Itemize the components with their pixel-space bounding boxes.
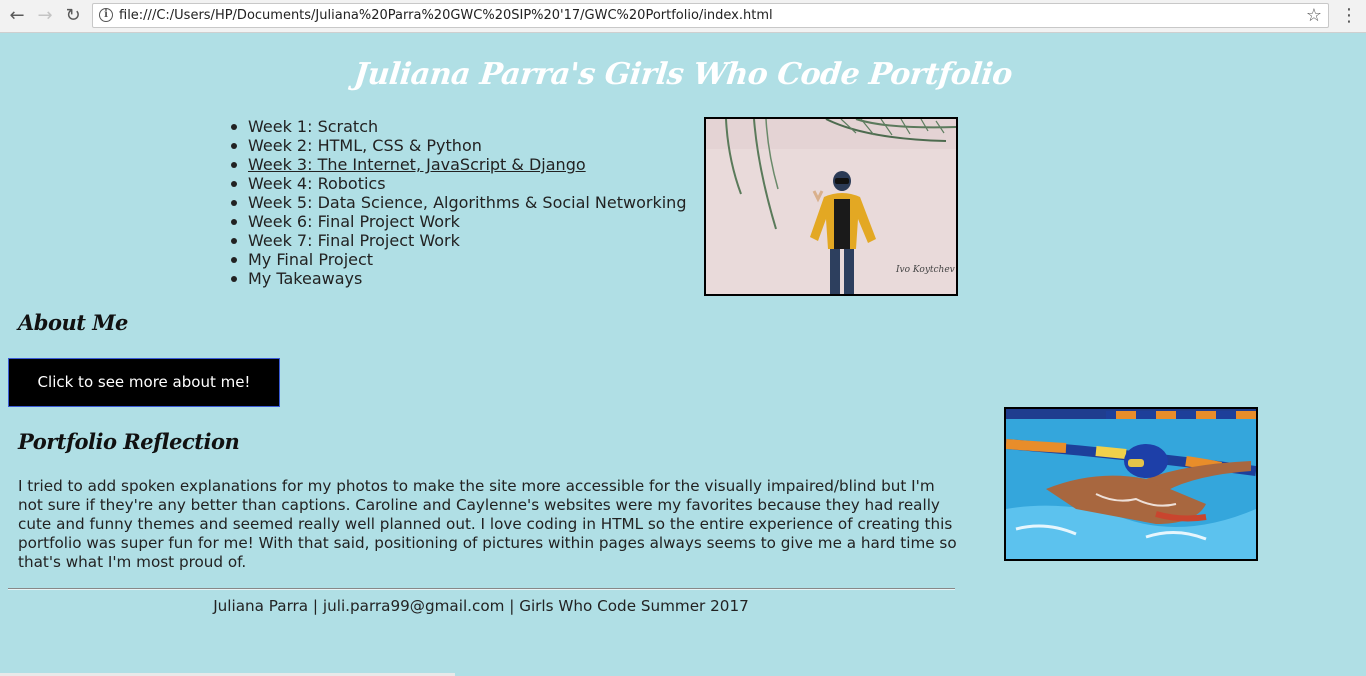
forward-arrow-icon[interactable]: →	[34, 5, 56, 27]
swimmer-photo-image	[1006, 409, 1256, 559]
address-bar[interactable]: i file:///C:/Users/HP/Documents/Juliana%…	[92, 3, 1329, 28]
photographer-signature: Ivo Koytchev	[895, 265, 955, 275]
portrait-photo: Ivo Koytchev	[704, 117, 958, 296]
back-arrow-icon[interactable]: ←	[6, 5, 28, 27]
week-link[interactable]: Week 7: Final Project Work	[230, 231, 686, 250]
info-icon[interactable]: i	[99, 8, 113, 22]
address-bar-url[interactable]: file:///C:/Users/HP/Documents/Juliana%20…	[119, 8, 773, 23]
footer-text: Juliana Parra | juli.parra99@gmail.com |…	[213, 597, 749, 615]
browser-menu-icon[interactable]: ⋮	[1340, 5, 1358, 27]
about-me-heading: About Me	[18, 310, 128, 335]
week-link[interactable]: Week 5: Data Science, Algorithms & Socia…	[230, 193, 686, 212]
week-link-hovered[interactable]: Week 3: The Internet, JavaScript & Djang…	[230, 155, 686, 174]
reload-icon[interactable]: ↻	[62, 5, 84, 27]
week-link[interactable]: Week 2: HTML, CSS & Python	[230, 136, 686, 155]
browser-toolbar: ← → ↻ i file:///C:/Users/HP/Documents/Ju…	[0, 0, 1366, 33]
portfolio-reflection-heading: Portfolio Reflection	[18, 429, 240, 454]
footer-divider	[8, 588, 955, 590]
week-link[interactable]: Week 1: Scratch	[230, 117, 686, 136]
week-nav-list: Week 1: Scratch Week 2: HTML, CSS & Pyth…	[230, 117, 686, 288]
final-project-link[interactable]: My Final Project	[230, 250, 686, 269]
week-link[interactable]: Week 6: Final Project Work	[230, 212, 686, 231]
takeaways-link[interactable]: My Takeaways	[230, 269, 686, 288]
week-link[interactable]: Week 4: Robotics	[230, 174, 686, 193]
reflection-paragraph: I tried to add spoken explanations for m…	[18, 477, 957, 571]
page-title: Juliana Parra's Girls Who Code Portfolio	[352, 57, 1014, 92]
bookmark-star-icon[interactable]: ☆	[1306, 4, 1322, 27]
portrait-photo-image: Ivo Koytchev	[706, 119, 956, 294]
swimmer-photo	[1004, 407, 1258, 561]
about-me-button[interactable]: Click to see more about me!	[8, 358, 280, 407]
